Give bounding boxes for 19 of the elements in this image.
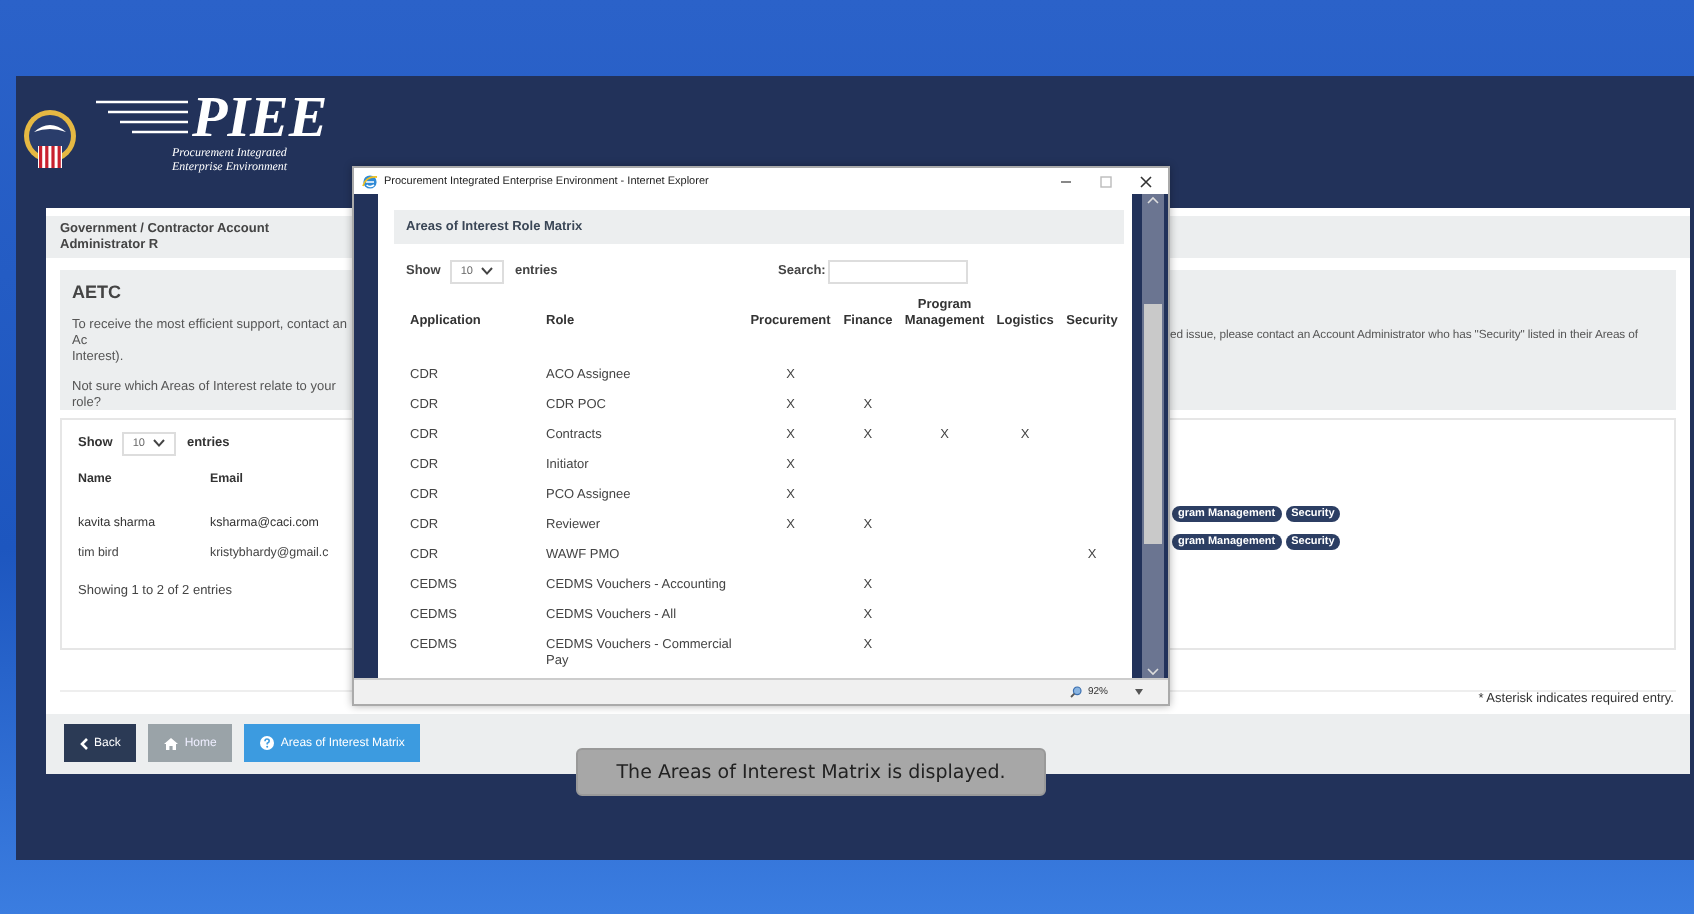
scroll-up-icon: [1146, 194, 1160, 206]
logo-title: PIEE: [192, 88, 328, 148]
caption-callout: The Areas of Interest Matrix is displayed.: [576, 748, 1046, 796]
chevron-down-icon: [480, 266, 495, 276]
maximize-icon[interactable]: [1100, 175, 1112, 187]
browser-logo-icon: [362, 173, 378, 189]
chevron-left-icon: [80, 737, 88, 750]
home-icon: [164, 737, 179, 750]
seal-logo-icon: [20, 108, 80, 172]
scroll-down-icon: [1146, 666, 1160, 678]
close-icon[interactable]: [1140, 175, 1152, 187]
scrollbar[interactable]: [1142, 194, 1164, 678]
minimize-icon[interactable]: [1060, 175, 1072, 187]
chevron-down-icon: [152, 438, 167, 449]
search-field[interactable]: [827, 259, 968, 283]
notice-heading: AETC: [72, 281, 123, 302]
zoom-icon: [1069, 686, 1082, 698]
dropdown-caret-icon[interactable]: [1134, 688, 1144, 696]
question-circle-icon: [260, 736, 275, 751]
